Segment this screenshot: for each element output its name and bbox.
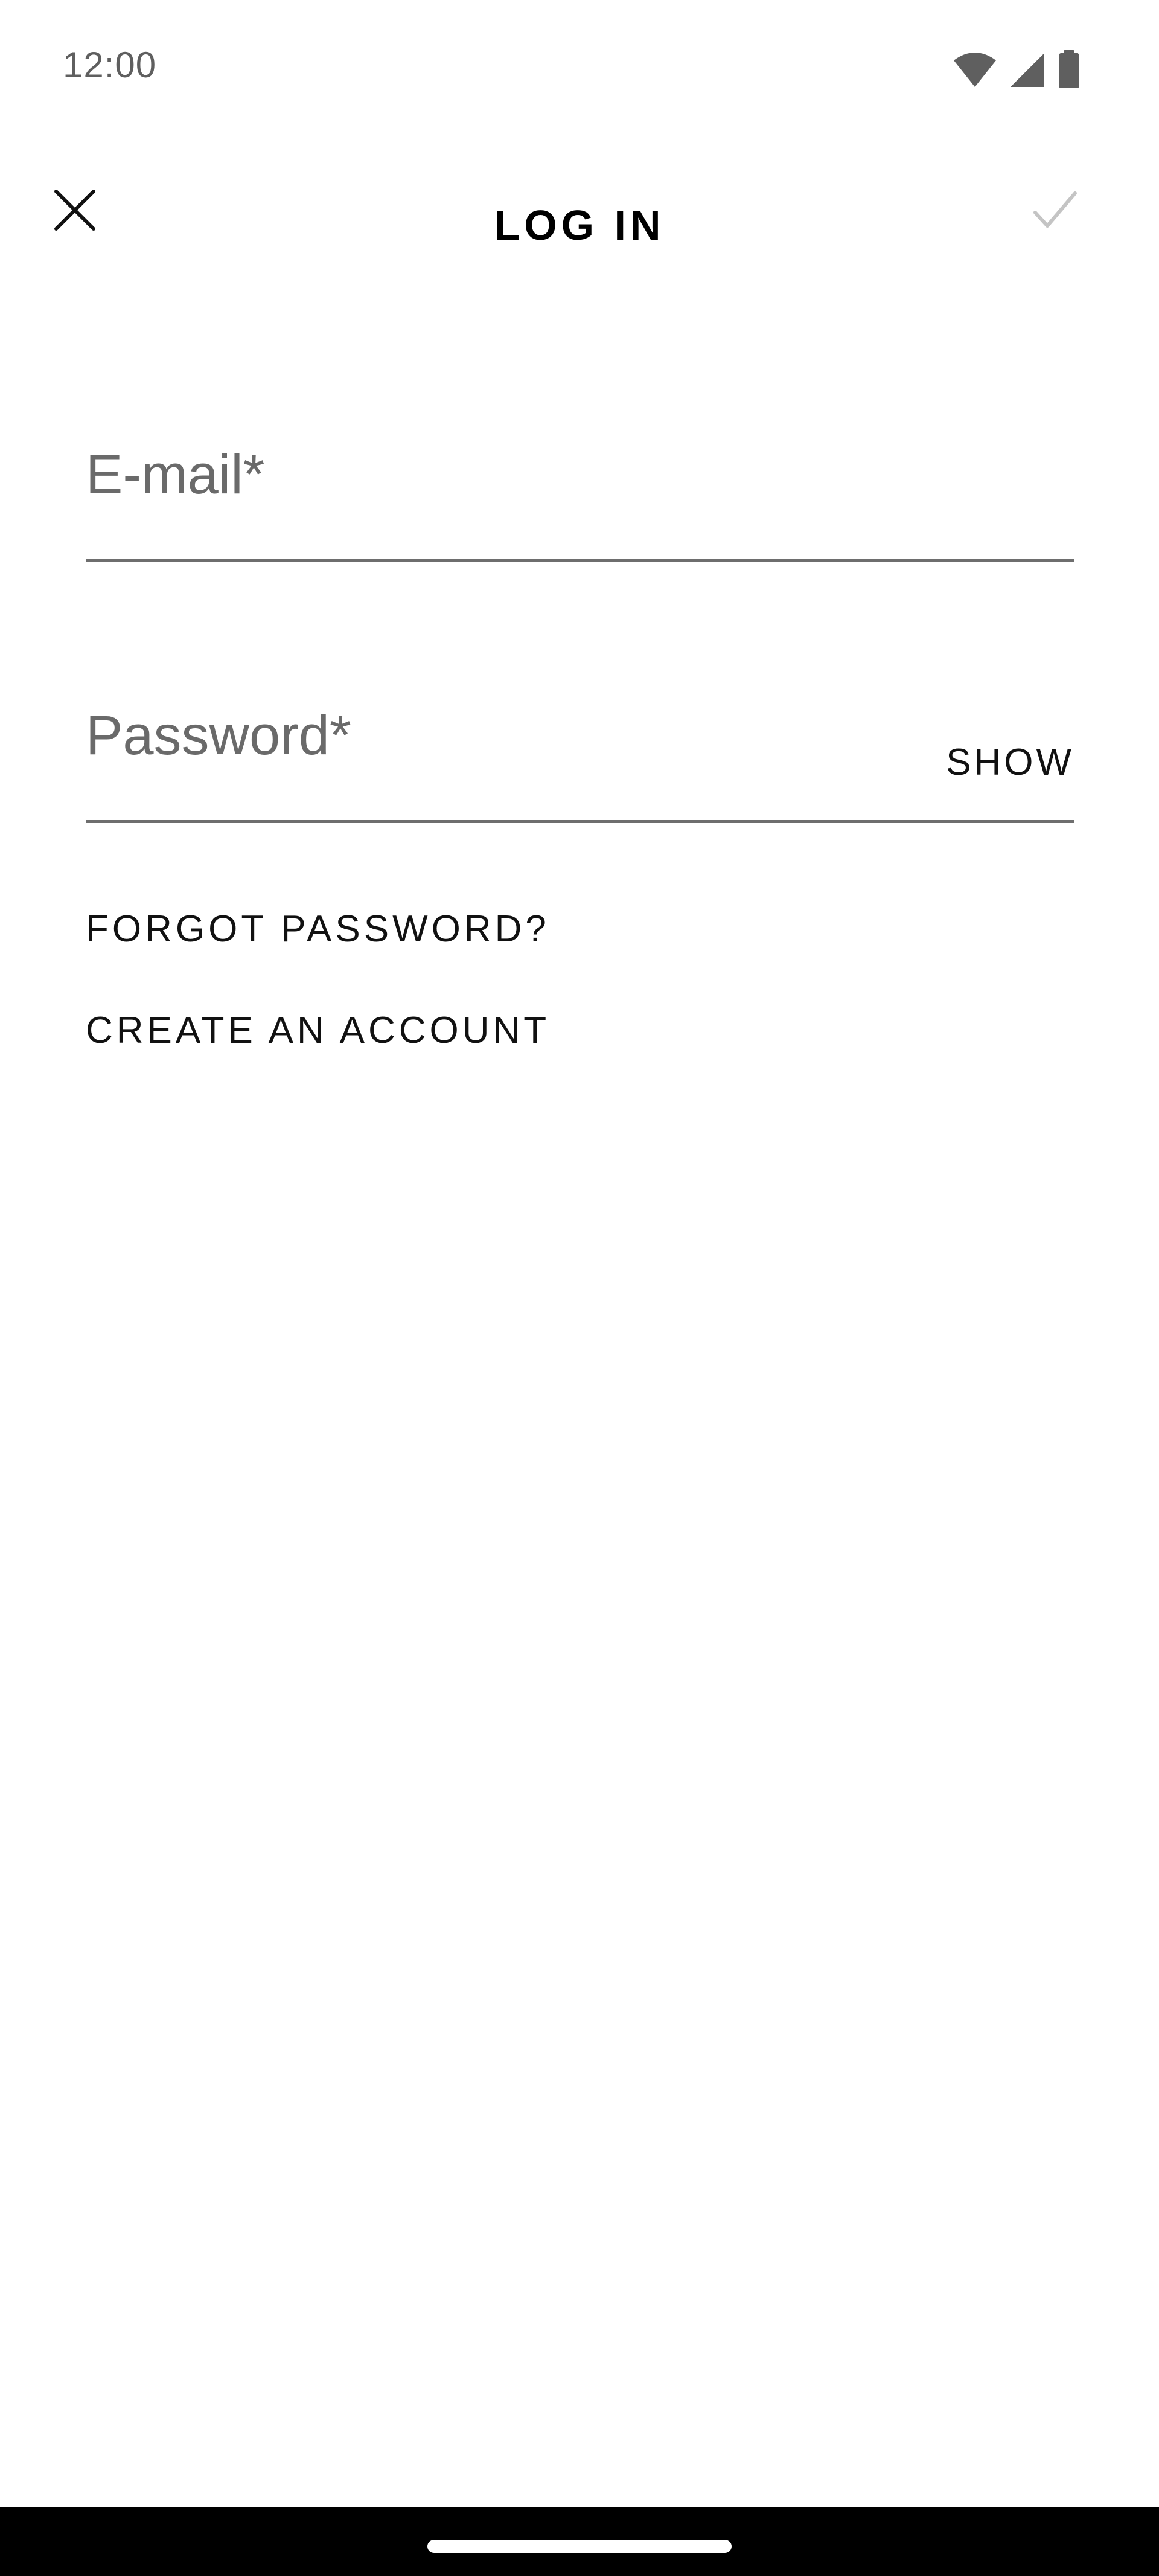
wifi-icon [953,52,997,88]
email-field[interactable]: E-mail* [86,435,1074,562]
cellular-signal-icon [1009,52,1046,88]
password-field[interactable]: Password* SHOW [86,696,1074,823]
status-icons [953,50,1081,88]
checkmark-icon [1033,191,1078,232]
top-app-bar: LOG IN [0,169,1159,290]
create-account-link[interactable]: CREATE AN ACCOUNT [86,1012,550,1049]
confirm-button[interactable] [1030,186,1081,237]
page-title: LOG IN [494,202,665,249]
home-gesture-handle[interactable] [427,2540,732,2553]
password-field-label: Password* [86,705,351,766]
email-field-label: E-mail* [86,444,265,505]
battery-icon [1058,50,1081,88]
forgot-password-link[interactable]: FORGOT PASSWORD? [86,911,550,948]
status-time: 12:00 [63,45,157,85]
system-navigation-bar [0,2507,1159,2576]
show-password-toggle[interactable]: SHOW [946,744,1074,781]
status-bar: 12:00 [0,0,1159,139]
login-screen: 12:00 LOG IN E-mail* Password* SHOW FORG… [0,0,1159,2576]
